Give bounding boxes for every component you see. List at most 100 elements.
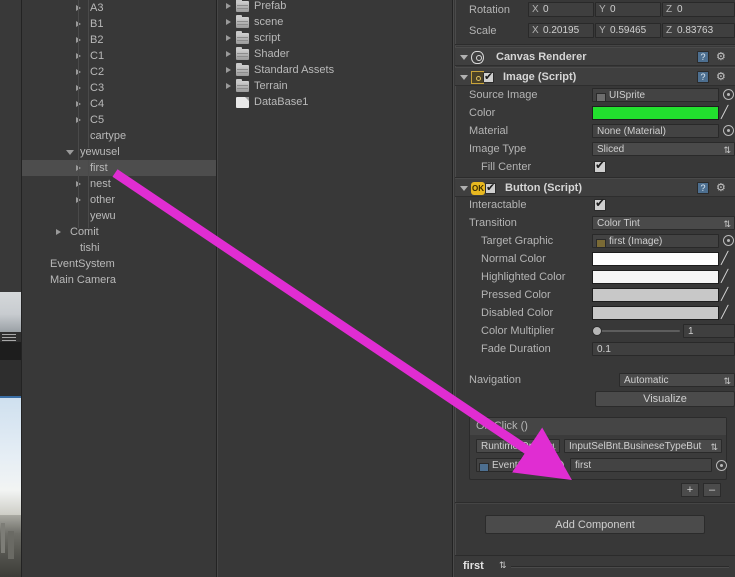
navigation-dropdown[interactable]: Automatic ⇅ xyxy=(619,373,735,387)
project-item-database1[interactable]: DataBase1 xyxy=(218,94,453,110)
remove-event-button[interactable]: – xyxy=(703,483,721,497)
source-image-picker-icon[interactable] xyxy=(723,89,734,100)
target-graphic-field[interactable]: first (Image) xyxy=(592,234,719,248)
scale-x-field[interactable]: X 0.20195 xyxy=(528,23,594,38)
rotation-z-field[interactable]: Z 0 xyxy=(662,2,735,17)
event-argument-field[interactable]: first xyxy=(570,458,712,472)
button-script-header[interactable]: OK Button (Script) ? ⚙ xyxy=(455,178,735,197)
pressed-color-swatch[interactable] xyxy=(592,288,719,302)
button-enabled-checkbox[interactable] xyxy=(485,181,496,194)
help-icon[interactable]: ? xyxy=(697,182,709,194)
hierarchy-item-yewusel[interactable]: yewusel xyxy=(22,144,217,160)
scale-y-field[interactable]: Y 0.59465 xyxy=(595,23,661,38)
project-item-standard-assets[interactable]: Standard Assets xyxy=(218,62,453,78)
project-item-terrain[interactable]: Terrain xyxy=(218,78,453,94)
color-multiplier-slider[interactable] xyxy=(592,330,680,332)
eyedropper-icon[interactable]: ╱ xyxy=(721,306,734,320)
chevron-right-icon[interactable] xyxy=(226,35,231,41)
hierarchy-item-other[interactable]: other xyxy=(22,192,217,208)
inspector-panel[interactable]: Rotation X 0 Y 0 Z 0 Scale X 0.20195 Y 0 xyxy=(455,0,735,577)
hierarchy-item-b2[interactable]: B2 xyxy=(22,32,217,48)
function-dropdown[interactable]: InputSelBnt.BusineseTypeBut ⇅ xyxy=(564,439,722,453)
hierarchy-item-b1[interactable]: B1 xyxy=(22,16,217,32)
add-event-button[interactable]: + xyxy=(681,483,699,497)
help-icon[interactable]: ? xyxy=(697,71,709,83)
chevron-down-icon[interactable] xyxy=(66,150,74,158)
event-object-field[interactable]: EventS xyxy=(476,458,550,472)
hierarchy-item-main-camera[interactable]: Main Camera xyxy=(22,272,217,288)
chevron-right-icon[interactable] xyxy=(226,83,231,89)
scale-label: Scale xyxy=(469,25,497,37)
transition-dropdown[interactable]: Color Tint ⇅ xyxy=(592,216,735,230)
image-type-label: Image Type xyxy=(469,143,527,155)
gear-icon[interactable]: ⚙ xyxy=(716,182,730,194)
project-item-scene[interactable]: scene xyxy=(218,14,453,30)
eyedropper-icon[interactable]: ╱ xyxy=(721,270,734,284)
highlighted-color-swatch[interactable] xyxy=(592,270,719,284)
project-panel[interactable]: Prefab scene script Shader Standard Assets Te… xyxy=(218,0,453,577)
hierarchy-item-label: A3 xyxy=(90,2,104,14)
project-item-prefab[interactable]: Prefab xyxy=(218,0,453,14)
event-argument-picker-icon[interactable] xyxy=(716,460,727,471)
hierarchy-item-c2[interactable]: C2 xyxy=(22,64,217,80)
project-item-shader[interactable]: Shader xyxy=(218,46,453,62)
interactable-checkbox[interactable] xyxy=(594,196,606,211)
source-image-field[interactable]: UISprite xyxy=(592,88,719,102)
rotation-x-field[interactable]: X 0 xyxy=(528,2,594,17)
add-component-button[interactable]: Add Component xyxy=(485,515,705,534)
scene-view-sliver[interactable] xyxy=(0,0,22,577)
color-multiplier-knob[interactable] xyxy=(592,326,602,336)
visualize-button[interactable]: Visualize xyxy=(595,391,735,407)
eyedropper-icon[interactable]: ╱ xyxy=(721,288,734,302)
chevron-right-icon[interactable] xyxy=(226,19,231,25)
document-icon xyxy=(236,97,249,108)
hierarchy-item-cartype[interactable]: cartype xyxy=(22,128,217,144)
material-picker-icon[interactable] xyxy=(723,125,734,136)
chevron-right-icon[interactable] xyxy=(226,3,231,9)
fill-center-checkbox[interactable] xyxy=(594,158,606,173)
project-item-script[interactable]: script xyxy=(218,30,453,46)
gear-icon[interactable]: ⚙ xyxy=(716,51,730,63)
hierarchy-item-comit[interactable]: Comit xyxy=(22,224,217,240)
event-object-picker-icon[interactable] xyxy=(553,460,564,471)
hierarchy-panel[interactable]: A3 B1 B2 C1 C2 C3 C4 C5 cartype yewusel first nest o… xyxy=(22,0,217,577)
eyedropper-icon[interactable]: ╱ xyxy=(721,106,734,120)
canvas-renderer-foldout-icon[interactable] xyxy=(460,55,468,60)
help-icon[interactable]: ? xyxy=(697,51,709,63)
target-graphic-picker-icon[interactable] xyxy=(723,235,734,246)
image-script-header[interactable]: Image (Script) ? ⚙ xyxy=(455,67,735,86)
color-swatch[interactable] xyxy=(592,106,719,120)
hierarchy-item-nest[interactable]: nest xyxy=(22,176,217,192)
hierarchy-item-first[interactable]: first xyxy=(22,160,217,176)
color-multiplier-field[interactable]: 1 xyxy=(683,324,735,338)
runtime-mode-dropdown[interactable]: Runtime Only ⇅ xyxy=(476,439,560,453)
eyedropper-icon[interactable]: ╱ xyxy=(721,252,734,266)
hierarchy-item-a3[interactable]: A3 xyxy=(22,0,217,16)
chevron-updown-icon[interactable]: ⇅ xyxy=(499,560,507,571)
canvas-renderer-header[interactable]: Canvas Renderer ? ⚙ xyxy=(455,47,735,66)
gear-icon[interactable]: ⚙ xyxy=(716,71,730,83)
hierarchy-item-c1[interactable]: C1 xyxy=(22,48,217,64)
game-view-preview xyxy=(0,292,22,332)
game-view-sky xyxy=(0,398,22,530)
scale-z-field[interactable]: Z 0.83763 xyxy=(662,23,735,38)
disabled-color-swatch[interactable] xyxy=(592,306,719,320)
chevron-updown-icon: ⇅ xyxy=(548,442,556,452)
fade-duration-field[interactable]: 0.1 xyxy=(592,342,735,356)
hierarchy-item-tishi[interactable]: tishi xyxy=(22,240,217,256)
hierarchy-item-yewu[interactable]: yewu xyxy=(22,208,217,224)
hierarchy-item-eventsystem[interactable]: EventSystem xyxy=(22,256,217,272)
image-type-dropdown[interactable]: Sliced ⇅ xyxy=(592,142,735,156)
hierarchy-item-c4[interactable]: C4 xyxy=(22,96,217,112)
button-script-foldout-icon[interactable] xyxy=(460,186,468,191)
image-script-foldout-icon[interactable] xyxy=(460,75,468,80)
material-field[interactable]: None (Material) xyxy=(592,124,719,138)
normal-color-swatch[interactable] xyxy=(592,252,719,266)
hierarchy-item-c5[interactable]: C5 xyxy=(22,112,217,128)
rotation-y-field[interactable]: Y 0 xyxy=(595,2,661,17)
hierarchy-item-c3[interactable]: C3 xyxy=(22,80,217,96)
chevron-right-icon[interactable] xyxy=(226,67,231,73)
chevron-right-icon[interactable] xyxy=(226,51,231,57)
chevron-right-icon[interactable] xyxy=(56,229,61,235)
image-enabled-checkbox[interactable] xyxy=(483,70,494,83)
